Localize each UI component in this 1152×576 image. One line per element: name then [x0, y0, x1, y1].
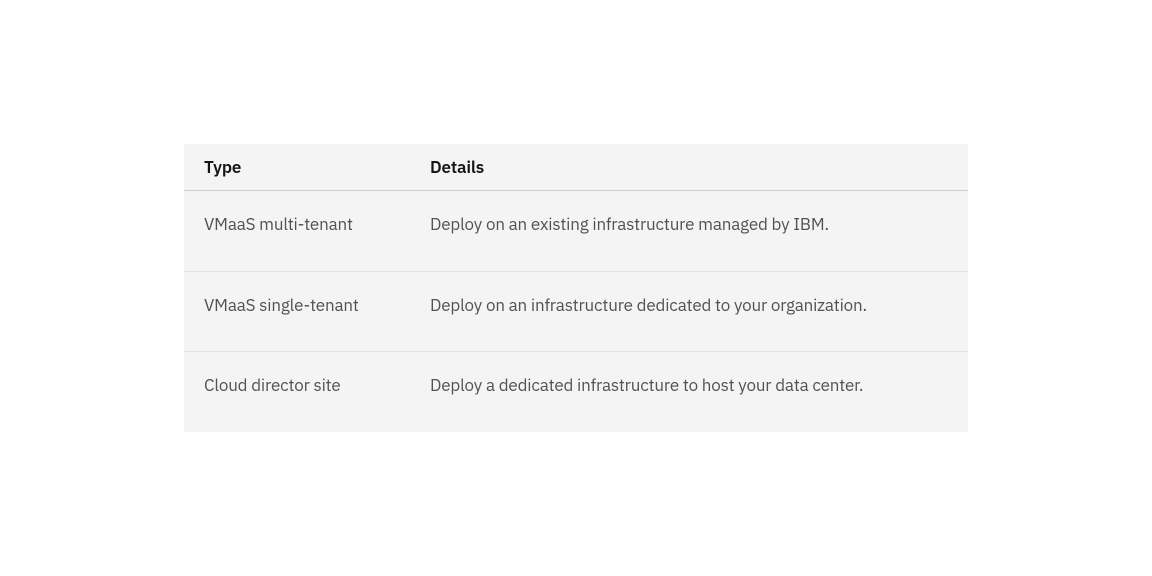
- table-row: VMaaS multi-tenant Deploy on an existing…: [184, 191, 968, 272]
- deployment-types-table: Type Details VMaaS multi-tenant Deploy o…: [184, 144, 968, 432]
- cell-type: Cloud director site: [204, 374, 430, 398]
- table-header-row: Type Details: [184, 144, 968, 191]
- table-row: Cloud director site Deploy a dedicated i…: [184, 352, 968, 432]
- header-details: Details: [430, 156, 948, 178]
- cell-details: Deploy a dedicated infrastructure to hos…: [430, 374, 948, 398]
- header-type: Type: [204, 156, 430, 178]
- cell-type: VMaaS single-tenant: [204, 294, 430, 318]
- cell-type: VMaaS multi-tenant: [204, 213, 430, 237]
- cell-details: Deploy on an existing infrastructure man…: [430, 213, 948, 237]
- table-row: VMaaS single-tenant Deploy on an infrast…: [184, 272, 968, 353]
- cell-details: Deploy on an infrastructure dedicated to…: [430, 294, 948, 318]
